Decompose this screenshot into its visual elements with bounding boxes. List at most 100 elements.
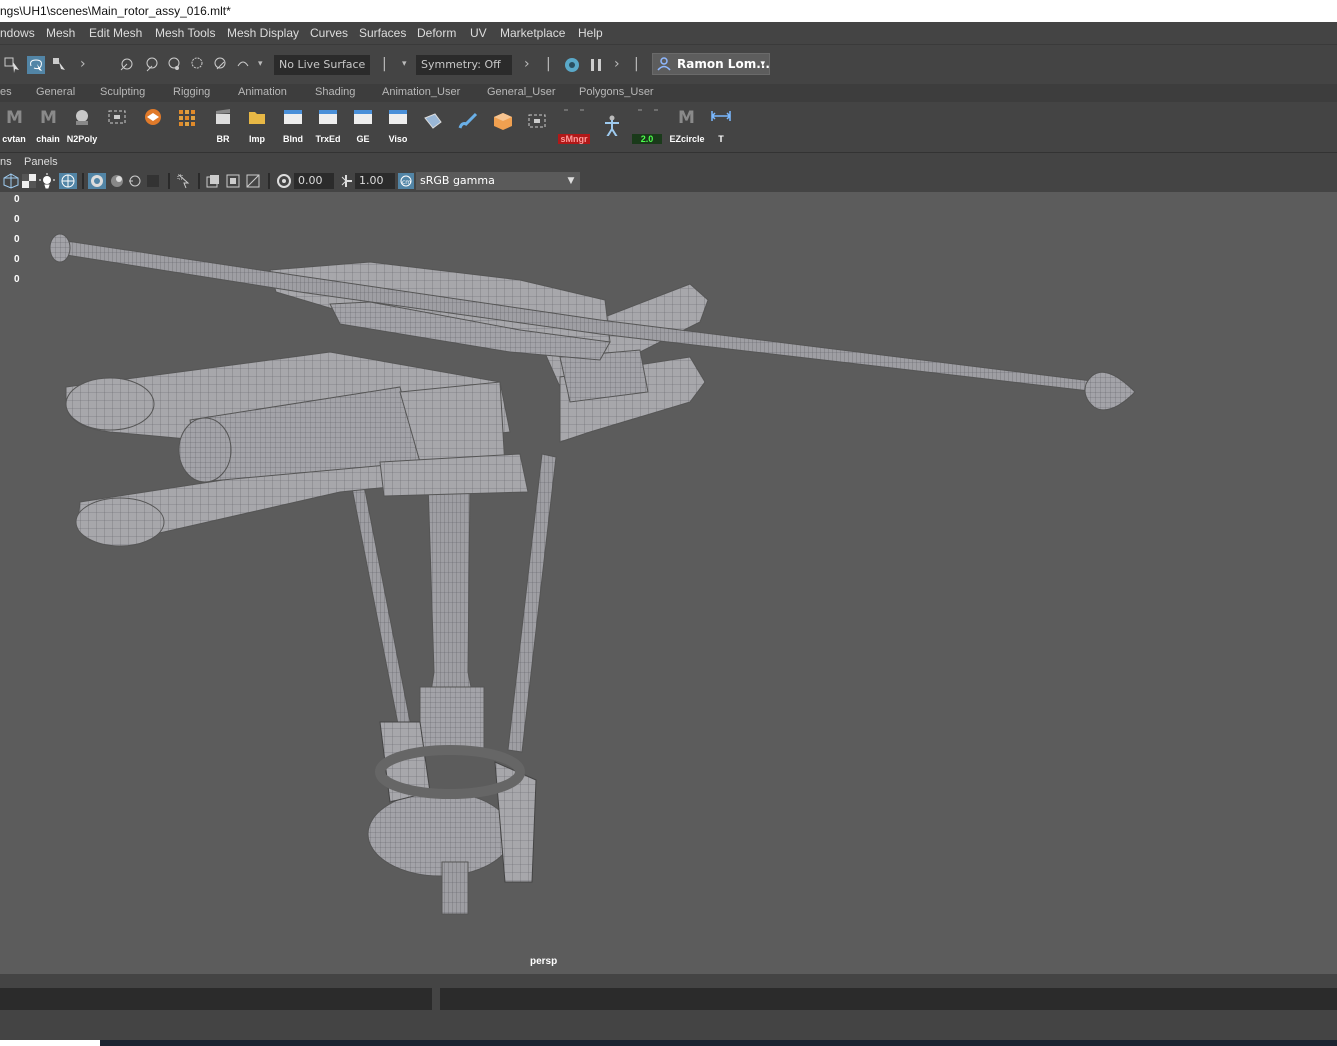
tab-polygons-user[interactable]: Polygons_User	[579, 86, 654, 98]
snap-point-icon[interactable]	[165, 56, 183, 74]
gamma-field[interactable]: 1.00	[355, 173, 395, 189]
color-space-dropdown[interactable]: sRGB gamma ▼	[416, 172, 580, 190]
snap-live-icon[interactable]	[211, 56, 229, 74]
folder-icon	[249, 112, 265, 124]
panel-menu-lighting[interactable]: ns	[0, 156, 12, 168]
isolate-select-icon[interactable]	[176, 173, 192, 189]
tab-animation-user[interactable]: Animation_User	[382, 86, 460, 98]
shelf-button-counter[interactable]: 2.0	[632, 106, 662, 144]
pause-icon[interactable]	[587, 56, 605, 74]
panel-menu-panels[interactable]: Panels	[24, 156, 58, 168]
command-result-field	[440, 988, 1337, 1010]
safe-frame-icon[interactable]	[245, 173, 261, 189]
symmetry-field[interactable]: Symmetry: Off	[416, 55, 512, 75]
shelf-button-select-box[interactable]	[103, 106, 131, 144]
separator-arrow: ›	[80, 56, 86, 72]
menu-mesh-display[interactable]: Mesh Display	[227, 26, 299, 40]
trunnion	[379, 453, 529, 497]
render-icon[interactable]	[563, 56, 581, 74]
shelf-button-skeleton[interactable]	[598, 106, 626, 144]
tab-rigging[interactable]: Rigging	[173, 86, 210, 98]
menu-curves[interactable]: Curves	[310, 26, 348, 40]
manager-icon	[564, 109, 584, 111]
snap-curve-icon[interactable]	[143, 56, 161, 74]
xray-icon[interactable]	[88, 173, 106, 189]
select-tool-icon[interactable]	[4, 56, 22, 74]
color-management-icon[interactable]: cm	[398, 173, 414, 189]
shelf-button-ezcircle[interactable]: M EZcircle	[669, 106, 704, 144]
panel-toolbar: 0.00 1.00 cm sRGB gamma ▼	[0, 170, 1337, 192]
shelf-button-trxed[interactable]: TrxEd	[314, 106, 342, 144]
shelf-button-viso[interactable]: Viso	[384, 106, 412, 144]
shelf-button-blnd[interactable]: Blnd	[279, 106, 307, 144]
tab-general-user[interactable]: General_User	[487, 86, 555, 98]
dropdown-arrow-icon[interactable]: ▾	[258, 55, 264, 75]
menu-marketplace[interactable]: Marketplace	[500, 26, 565, 40]
wireframe-cube-icon[interactable]	[3, 173, 19, 189]
lasso-select-icon[interactable]	[27, 56, 45, 74]
tab-shading[interactable]: Shading	[315, 86, 355, 98]
shelf-button-tag[interactable]	[419, 106, 447, 144]
exposure-icon[interactable]	[276, 173, 292, 189]
exposure-field[interactable]: 0.00	[294, 173, 334, 189]
menu-surfaces[interactable]: Surfaces	[359, 26, 406, 40]
window-icon	[354, 110, 372, 124]
gate-mask-icon[interactable]	[205, 173, 221, 189]
ambient-occlusion-icon[interactable]	[109, 173, 125, 189]
shelf-button-measure[interactable]: T	[707, 106, 735, 144]
menu-windows[interactable]: ndows	[0, 26, 35, 40]
shelf-button-ge[interactable]: GE	[349, 106, 377, 144]
shelf-button-grid[interactable]	[173, 106, 201, 144]
live-surface-field[interactable]: No Live Surface	[274, 55, 370, 75]
user-account-button[interactable]: Ramon Lom... ▾	[652, 53, 770, 75]
snap-curve-arrow-icon[interactable]	[234, 56, 252, 74]
select-box-icon	[108, 110, 126, 124]
taskbar	[0, 1040, 1337, 1046]
counter-icon	[638, 109, 658, 111]
sphere-icon	[76, 110, 88, 125]
title-bar: ngs\UH1\scenes\Main_rotor_assy_016.mlt*	[0, 0, 1337, 22]
box-icon	[494, 113, 512, 130]
viewport-persp[interactable]: 0 0 0 0 0 persp	[0, 192, 1337, 974]
wireframe-on-shaded-icon[interactable]	[59, 173, 77, 189]
lighting-icon[interactable]	[39, 173, 55, 189]
svg-text:cm: cm	[402, 179, 411, 186]
rotor-assembly-model[interactable]	[0, 192, 1337, 974]
checker-texture-icon[interactable]	[21, 173, 37, 189]
menu-deform[interactable]: Deform	[417, 26, 456, 40]
menu-help[interactable]: Help	[578, 26, 603, 40]
shelf-button-layers[interactable]	[139, 106, 167, 144]
shelf-button-brush[interactable]	[454, 106, 482, 144]
gamma-icon[interactable]	[338, 173, 354, 189]
shelf-button-imp[interactable]: Imp	[243, 106, 271, 144]
menu-uv[interactable]: UV	[470, 26, 487, 40]
menu-edit-mesh[interactable]: Edit Mesh	[89, 26, 142, 40]
shelf-button-n2poly[interactable]: N2Poly	[67, 106, 97, 144]
resolution-gate-icon[interactable]	[225, 173, 241, 189]
shelf-button-chain[interactable]: M chain	[34, 106, 62, 144]
shelf-button-smngr[interactable]: sMngr	[558, 106, 590, 144]
tab-curves-surfaces[interactable]: es	[0, 86, 12, 98]
command-input[interactable]	[0, 988, 432, 1010]
svg-text:M: M	[40, 108, 57, 126]
snap-view-plane-icon[interactable]	[188, 56, 206, 74]
camera-label: persp	[530, 956, 558, 967]
shelf-button-br[interactable]: BR	[209, 106, 237, 144]
anti-alias-icon[interactable]	[145, 173, 161, 189]
symmetry-dropdown-icon[interactable]: ▾	[402, 55, 408, 75]
snap-grid-icon[interactable]	[119, 56, 137, 74]
motion-blur-icon[interactable]	[127, 173, 143, 189]
shelf-button-box[interactable]	[489, 106, 517, 144]
tab-general[interactable]: General	[36, 86, 75, 98]
mast-base	[441, 861, 469, 915]
paint-select-icon[interactable]	[51, 56, 69, 74]
shelf-button-cvtan[interactable]: M cvtan	[0, 106, 28, 144]
tab-sculpting[interactable]: Sculpting	[100, 86, 145, 98]
tab-animation[interactable]: Animation	[238, 86, 287, 98]
panel-menu-bar: ns Panels	[0, 152, 1337, 171]
menu-mesh[interactable]: Mesh	[46, 26, 75, 40]
shelf-button-select-box-2[interactable]	[523, 106, 551, 144]
window-title: ngs\UH1\scenes\Main_rotor_assy_016.mlt*	[0, 4, 231, 18]
menu-mesh-tools[interactable]: Mesh Tools	[155, 26, 215, 40]
stabilizer-weight-left	[49, 233, 71, 263]
